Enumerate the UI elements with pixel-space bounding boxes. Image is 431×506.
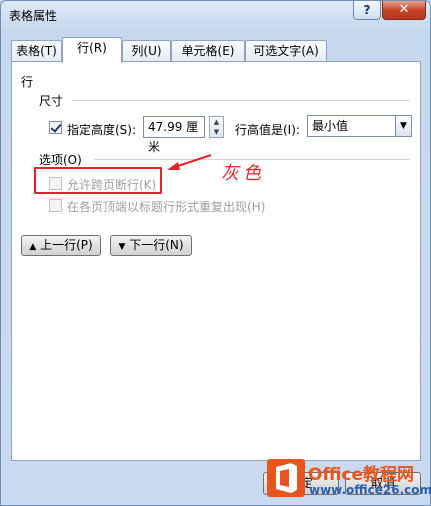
tab-row[interactable]: 行(R) — [62, 37, 122, 63]
annotation-label: 灰色 — [221, 163, 265, 184]
tab-alt-text[interactable]: 可选文字(A) — [245, 40, 327, 62]
options-group-label: 选项(O) — [39, 153, 82, 167]
repeat-header-checkbox[interactable] — [49, 199, 62, 212]
triangle-up-icon: ▲ — [29, 242, 37, 252]
window-title: 表格属性 — [9, 9, 58, 23]
tab-table[interactable]: 表格(T) — [11, 40, 62, 62]
next-row-label: 下一行(N) — [129, 238, 184, 252]
next-row-button[interactable]: ▼ 下一行(N) — [110, 235, 192, 256]
height-spinner[interactable]: ▲ ▼ — [209, 116, 224, 138]
office-logo-icon — [267, 459, 305, 497]
size-group-label: 尺寸 — [39, 94, 64, 108]
height-value-input[interactable]: 47.99 厘米 — [143, 116, 205, 154]
size-group-divider — [72, 100, 410, 101]
help-button[interactable]: ? — [353, 1, 381, 20]
repeat-header-label: 在各页顶端以标题行形式重复出现(H) — [67, 200, 266, 214]
annotation-arrow-icon — [167, 154, 212, 170]
tab-cell[interactable]: 单元格(E) — [171, 40, 245, 62]
watermark-title: Office教程网 — [308, 465, 415, 485]
previous-row-label: 上一行(P) — [40, 238, 93, 252]
specify-height-checkbox[interactable] — [49, 121, 62, 134]
triangle-down-icon: ▼ — [118, 242, 126, 252]
watermark-url: www.office26.com — [309, 483, 431, 497]
annotation-highlight-box — [34, 167, 162, 194]
chevron-down-icon[interactable]: ▼ — [395, 115, 412, 137]
row-height-is-label: 行高值是(I): — [235, 123, 300, 137]
previous-row-button[interactable]: ▲ 上一行(P) — [21, 235, 101, 256]
title-bar: 表格属性 ? ✕ — [1, 1, 430, 29]
section-row-heading: 行 — [21, 75, 34, 89]
tab-column[interactable]: 列(U) — [122, 40, 171, 62]
close-button[interactable]: ✕ — [382, 1, 426, 20]
row-tab-panel: 行 尺寸 指定高度(S): 47.99 厘米 ▲ ▼ 行高值是(I): 最小值 ▼… — [11, 61, 421, 461]
table-properties-dialog: 表格属性 ? ✕ 表格(T) 行(R) 列(U) 单元格(E) 可选文字(A) … — [0, 0, 431, 506]
row-height-mode-select[interactable]: 最小值 — [307, 115, 399, 137]
specify-height-label: 指定高度(S): — [67, 123, 137, 137]
